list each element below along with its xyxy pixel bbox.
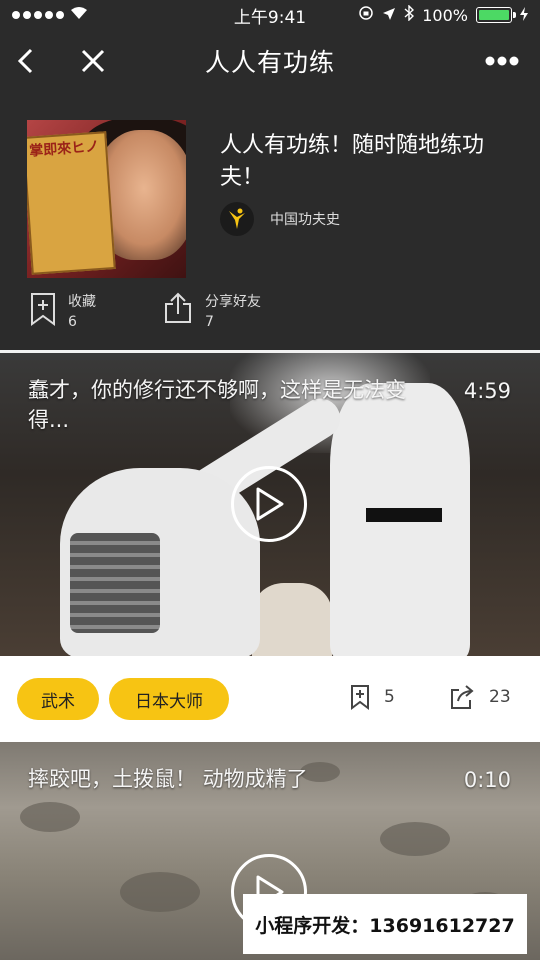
video-thumbnail-belt	[366, 508, 442, 522]
video-title[interactable]: 蠢才，你的修行还不够啊，这样是无法变得...	[28, 375, 428, 435]
video-share-count: 23	[489, 687, 511, 707]
share-icon	[165, 292, 191, 323]
video-title[interactable]: 摔跤吧，土拨鼠！ 动物成精了	[28, 764, 428, 794]
album-actions: 收藏 6 分享好友 7	[0, 292, 540, 336]
video-share-button[interactable]: 23	[449, 684, 511, 710]
play-button[interactable]	[231, 466, 307, 542]
video-meta-bar: 武术 日本大师 5 23	[0, 656, 540, 742]
wifi-icon	[70, 6, 88, 24]
status-right: 100%	[358, 4, 528, 25]
share-label: 分享好友	[205, 294, 261, 310]
author-row[interactable]: 中国功夫史	[220, 202, 340, 236]
album-cover-image[interactable]: 掌即來ヒノ	[27, 120, 186, 278]
share-icon	[451, 685, 474, 709]
cover-poster-text: 掌即來ヒノ	[28, 138, 100, 160]
kungfu-kick-icon	[229, 208, 245, 229]
album-title: 人人有功练！随时随地练功夫！	[220, 133, 485, 190]
video-duration: 4:59	[463, 379, 511, 403]
bluetooth-icon	[404, 4, 415, 25]
charging-icon	[520, 6, 528, 25]
cover-poster: 掌即來ヒノ	[27, 131, 116, 275]
tag-chip[interactable]: 武术	[17, 678, 99, 720]
chevron-left-icon	[17, 48, 33, 74]
video-favorite-count: 5	[384, 687, 395, 707]
cellular-signal-icon	[12, 11, 64, 19]
video-thumbnail-tiles	[70, 533, 160, 633]
tag-chip[interactable]: 日本大师	[109, 678, 229, 720]
back-button[interactable]	[0, 30, 50, 92]
orientation-lock-icon	[358, 5, 374, 25]
favorite-label: 收藏	[68, 294, 96, 310]
bookmark-add-icon	[31, 293, 55, 326]
video-thumbnail-judge	[252, 583, 332, 656]
video-favorite-button[interactable]: 5	[350, 684, 395, 710]
location-icon	[382, 6, 396, 25]
video-duration: 0:10	[463, 768, 511, 792]
close-icon	[81, 49, 105, 73]
more-dots-icon	[485, 56, 519, 66]
author-name[interactable]: 中国功夫史	[270, 209, 340, 229]
bookmark-add-icon	[351, 685, 369, 710]
favorite-button[interactable]: 收藏 6	[30, 292, 96, 332]
share-friends-button[interactable]: 分享好友 7	[163, 292, 261, 332]
share-count: 7	[205, 314, 214, 330]
play-icon	[256, 487, 284, 521]
author-avatar[interactable]	[220, 202, 254, 236]
favorite-count: 6	[68, 314, 77, 330]
battery-icon	[476, 7, 516, 23]
promo-banner: 小程序开发：13691612727	[243, 894, 527, 954]
more-button[interactable]	[472, 30, 532, 92]
video-card[interactable]: 蠢才，你的修行还不够啊，这样是无法变得... 4:59	[0, 353, 540, 656]
close-button[interactable]	[68, 30, 118, 92]
battery-percent: 100%	[422, 5, 468, 25]
status-time: 上午9:41	[233, 7, 307, 28]
status-bar: 上午9:41 100%	[0, 0, 540, 30]
album-header: 掌即來ヒノ 人人有功练！随时随地练功夫！ 中国功夫史 收藏 6 分享好友 7	[0, 92, 540, 350]
navigation-bar: 人人有功练	[0, 30, 540, 92]
